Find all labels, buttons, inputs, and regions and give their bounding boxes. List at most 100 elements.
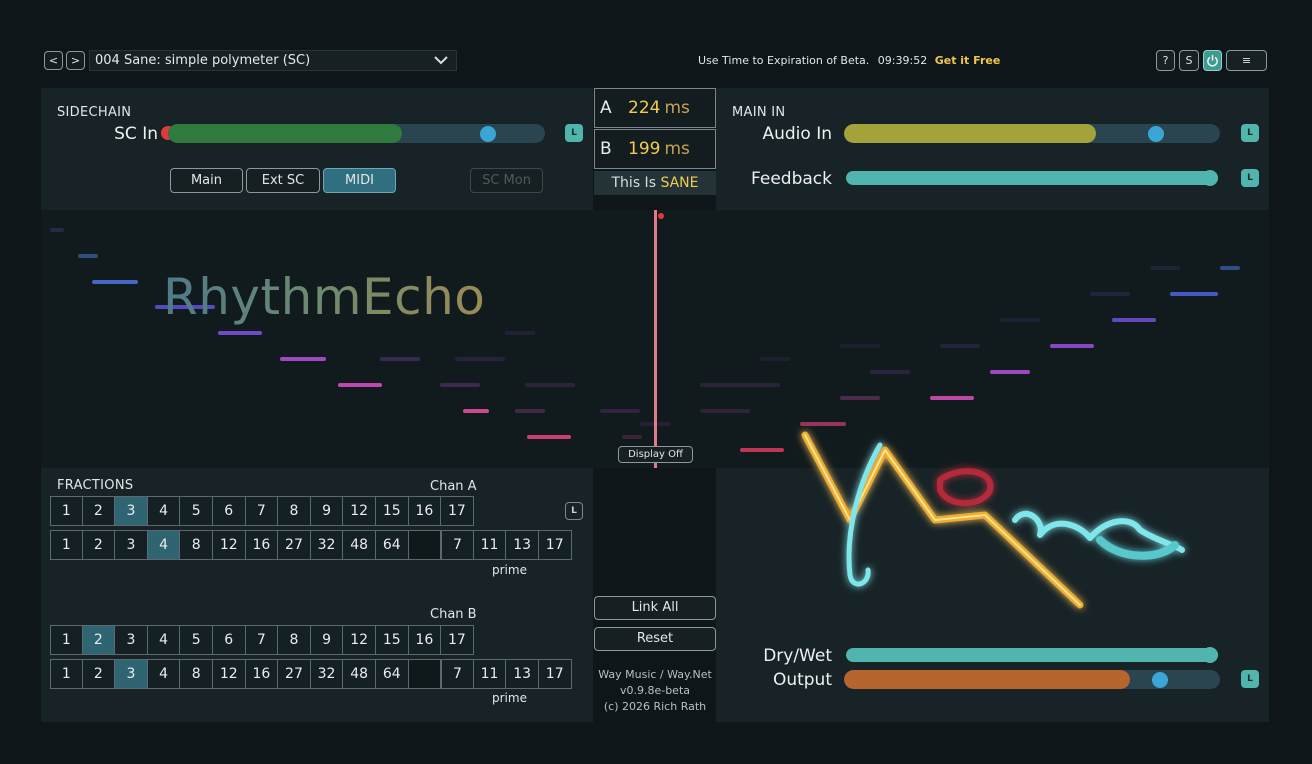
fraction-cell[interactable]: 3 <box>115 530 148 560</box>
output-learn-button[interactable]: L <box>1241 670 1259 688</box>
fraction-cell[interactable]: 17 <box>441 625 474 655</box>
fraction-cell[interactable]: 13 <box>506 530 539 560</box>
fraction-cell[interactable]: 16 <box>245 530 279 560</box>
feedback-knob[interactable] <box>1202 170 1218 186</box>
fraction-cell[interactable]: 11 <box>473 530 507 560</box>
reset-button[interactable]: Reset <box>594 627 716 651</box>
fraction-cell[interactable]: 12 <box>343 625 376 655</box>
fraction-cell[interactable]: 6 <box>212 625 246 655</box>
fraction-cell[interactable]: 17 <box>538 659 572 689</box>
fraction-cell[interactable]: 12 <box>343 496 376 526</box>
fraction-cell[interactable]: 2 <box>82 659 116 689</box>
sc-in-learn-button[interactable]: L <box>565 124 583 142</box>
fraction-cell[interactable]: 32 <box>310 530 344 560</box>
fraction-cell[interactable]: 3 <box>115 659 148 689</box>
fraction-cell[interactable]: 1 <box>50 625 83 655</box>
main-in-panel <box>716 88 1269 210</box>
mode-main-button[interactable]: Main <box>170 168 243 193</box>
fraction-cell[interactable]: 17 <box>538 530 572 560</box>
fractions-learn-button[interactable]: L <box>565 502 583 520</box>
fraction-cell[interactable]: 48 <box>343 530 376 560</box>
fraction-cell[interactable]: 8 <box>180 530 213 560</box>
playhead <box>654 210 657 468</box>
audio-in-knob[interactable] <box>1148 126 1165 142</box>
power-button[interactable] <box>1203 50 1222 71</box>
chan-a-multipliers-row: 1 2 3 4 8 12 16 27 32 48 64 7 11 13 17 <box>50 530 572 560</box>
credit-copyright: (c) 2026 Rich Rath <box>603 700 707 713</box>
output-knob[interactable] <box>1151 672 1168 688</box>
fraction-cell[interactable]: 48 <box>343 659 376 689</box>
get-it-free-link[interactable]: Get it Free <box>935 54 1001 67</box>
fraction-cell[interactable]: 7 <box>245 625 279 655</box>
fraction-cell[interactable]: 4 <box>147 659 181 689</box>
dry-wet-knob[interactable] <box>1202 647 1218 663</box>
fraction-cell[interactable]: 16 <box>408 625 442 655</box>
delay-b-unit: ms <box>664 139 690 159</box>
fraction-cell[interactable]: 11 <box>473 659 507 689</box>
fraction-cell[interactable]: 1 <box>50 659 83 689</box>
feedback-level <box>846 171 1218 185</box>
previous-preset-button[interactable]: < <box>44 51 63 70</box>
mode-midi-button[interactable]: MIDI <box>323 168 396 193</box>
fraction-cell[interactable]: 1 <box>50 530 83 560</box>
link-all-button[interactable]: Link All <box>594 596 716 620</box>
menu-button[interactable]: ≡ <box>1226 50 1267 71</box>
fraction-cell[interactable]: 4 <box>147 496 181 526</box>
s-button[interactable]: S <box>1179 50 1199 71</box>
preset-selector[interactable]: 004 Sane: simple polymeter (SC) <box>89 50 457 71</box>
fraction-cell[interactable]: 2 <box>82 496 116 526</box>
help-button[interactable]: ? <box>1156 50 1175 71</box>
fraction-cell[interactable]: 16 <box>245 659 279 689</box>
fraction-cell[interactable]: 15 <box>375 496 409 526</box>
beta-expiration-notice: Use Time to Expiration of Beta. 09:39:52… <box>698 54 1000 67</box>
fraction-cell[interactable]: 64 <box>375 530 409 560</box>
fraction-cell[interactable]: 15 <box>375 625 409 655</box>
fraction-cell[interactable]: 3 <box>115 496 148 526</box>
fraction-cell[interactable]: 8 <box>278 625 311 655</box>
fraction-cell[interactable]: 12 <box>212 530 246 560</box>
fraction-cell[interactable]: 27 <box>278 659 311 689</box>
dry-wet-label: Dry/Wet <box>763 646 832 666</box>
fraction-cell[interactable]: 16 <box>408 496 442 526</box>
beta-text: Use Time to Expiration of Beta. <box>698 54 870 67</box>
fraction-cell[interactable]: 2 <box>82 625 116 655</box>
fraction-cell[interactable]: 1 <box>50 496 83 526</box>
fraction-cell[interactable]: 27 <box>278 530 311 560</box>
delay-a-value: 224 <box>628 98 661 118</box>
fraction-cell[interactable]: 5 <box>180 496 213 526</box>
delay-b-display[interactable]: B 199 ms <box>594 129 716 169</box>
sc-mon-button[interactable]: SC Mon <box>470 168 543 193</box>
feedback-learn-button[interactable]: L <box>1241 169 1259 187</box>
fraction-cell[interactable]: 64 <box>375 659 409 689</box>
fraction-cell[interactable]: 32 <box>310 659 344 689</box>
fraction-cell[interactable]: 7 <box>245 496 279 526</box>
fraction-cell[interactable]: 3 <box>115 625 148 655</box>
chan-b-label: Chan B <box>430 607 477 622</box>
power-icon <box>1207 54 1218 67</box>
fraction-cell[interactable]: 5 <box>180 625 213 655</box>
feedback-slider[interactable] <box>846 171 1218 185</box>
dry-wet-slider[interactable] <box>846 648 1218 662</box>
fraction-cell[interactable]: 6 <box>212 496 246 526</box>
fraction-cell[interactable]: 17 <box>441 496 474 526</box>
fraction-cell[interactable]: 4 <box>147 530 181 560</box>
chan-b-multipliers-row: 1 2 3 4 8 12 16 27 32 48 64 7 11 13 17 <box>50 659 572 689</box>
fraction-cell[interactable]: 4 <box>147 625 181 655</box>
fraction-cell[interactable]: 9 <box>310 625 344 655</box>
fraction-cell[interactable]: 13 <box>506 659 539 689</box>
fraction-cell <box>408 659 442 689</box>
fraction-cell[interactable]: 2 <box>82 530 116 560</box>
fractions-title: FRACTIONS <box>57 478 134 493</box>
fraction-cell[interactable]: 7 <box>441 530 474 560</box>
audio-in-label: Audio In <box>762 124 832 144</box>
mode-ext-sc-button[interactable]: Ext SC <box>246 168 320 193</box>
fraction-cell[interactable]: 12 <box>212 659 246 689</box>
fraction-cell[interactable]: 7 <box>441 659 474 689</box>
fraction-cell[interactable]: 8 <box>180 659 213 689</box>
next-preset-button[interactable]: > <box>66 51 85 70</box>
display-off-button[interactable]: Display Off <box>618 446 693 463</box>
fraction-cell[interactable]: 9 <box>310 496 344 526</box>
fraction-cell[interactable]: 8 <box>278 496 311 526</box>
audio-in-learn-button[interactable]: L <box>1241 124 1259 142</box>
delay-a-display[interactable]: A 224 ms <box>594 88 716 128</box>
